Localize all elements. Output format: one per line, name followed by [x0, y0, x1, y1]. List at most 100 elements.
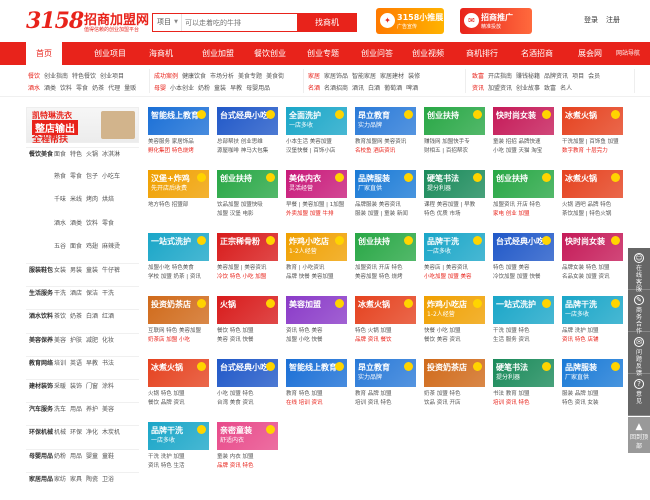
project-ad-banner[interactable]: 台式经典小吃: [217, 107, 278, 135]
project-ad-banner[interactable]: 美体内衣 灵活经营: [286, 170, 347, 198]
sidebar-item[interactable]: 书法: [102, 357, 114, 370]
card-link[interactable]: 早餐 | 美容加盟 | 1加盟: [286, 201, 347, 209]
category-link[interactable]: 成功案例: [154, 73, 178, 80]
project-ad-banner[interactable]: 投资奶茶店: [148, 296, 209, 324]
card-link[interactable]: 加盟资讯 开店 特色: [493, 201, 554, 209]
card-link[interactable]: 资讯 特色 店铺: [562, 336, 623, 344]
category-link[interactable]: 市场分析: [210, 73, 234, 80]
sidebar-item[interactable]: 机械: [54, 426, 66, 439]
nav-item[interactable]: 创业问答: [354, 42, 400, 65]
sidebar-item[interactable]: 火锅: [86, 148, 98, 161]
category-link[interactable]: 葡萄酒: [384, 85, 402, 92]
project-ad-banner[interactable]: 创业扶持: [355, 233, 416, 261]
project-ad-banner[interactable]: 全面洗护 一店多收: [286, 107, 347, 135]
project-ad-banner[interactable]: 快时尚女装: [562, 233, 623, 261]
card-link[interactable]: 餐饮 品牌 资讯: [148, 399, 209, 407]
sidebar-item[interactable]: 养护: [86, 403, 98, 416]
card-link[interactable]: 加盟 汉堡 电影: [217, 210, 278, 218]
sidebar-item[interactable]: 饮料: [86, 217, 98, 230]
sidebar-heading[interactable]: 母婴用品: [26, 450, 54, 463]
project-ad-banner[interactable]: 台式经典小吃: [217, 359, 278, 387]
card-link[interactable]: 加盟资讯 开店 特色: [355, 264, 416, 272]
category-link[interactable]: 资讯: [472, 85, 484, 92]
project-ad-banner[interactable]: 硬笔书法 提分利器: [424, 170, 485, 198]
project-ad-banner[interactable]: 一站式洗护: [148, 233, 209, 261]
card-link[interactable]: 总部帮扶 创业思维: [217, 138, 278, 146]
card-link[interactable]: 餐饮 美容 资讯: [424, 336, 485, 344]
card-link[interactable]: 品牌女装 特色 加盟: [562, 264, 623, 272]
project-ad-banner[interactable]: 品牌干洗 一店多收: [148, 422, 209, 450]
sidebar-heading[interactable]: 生活服务: [26, 287, 54, 300]
category-link[interactable]: 名酒招商: [324, 85, 348, 92]
project-ad-banner[interactable]: 品牌干洗 一店多收: [424, 233, 485, 261]
category-link[interactable]: 会员: [588, 73, 600, 80]
card-link[interactable]: 培训 资讯 特色: [355, 399, 416, 407]
category-link[interactable]: 智能家居: [352, 73, 376, 80]
sidebar-item[interactable]: 零食: [70, 170, 82, 183]
category-link[interactable]: 特色餐饮: [72, 73, 96, 80]
card-link[interactable]: 干洗 洗护 加盟: [148, 453, 209, 461]
card-link[interactable]: 加盟小吃 特色美食: [148, 264, 209, 272]
card-link[interactable]: 名校鱼 酒店资讯: [355, 147, 416, 155]
category-link[interactable]: 饮料: [60, 85, 72, 92]
card-link[interactable]: 教育加盟网 美容资讯: [355, 138, 416, 146]
category-link[interactable]: 项目: [572, 73, 584, 80]
category-link[interactable]: 奶茶: [92, 85, 104, 92]
category-link[interactable]: 健康饮食: [182, 73, 206, 80]
sidebar-item[interactable]: 烘焙: [102, 193, 114, 206]
category-link[interactable]: 童装: [214, 85, 226, 92]
category-link[interactable]: 早教: [230, 85, 242, 92]
sidebar-item[interactable]: 茶饮: [54, 310, 66, 323]
category-link[interactable]: 白酒: [368, 85, 380, 92]
nav-item[interactable]: 海商机: [141, 42, 181, 65]
card-link[interactable]: 火锅 特色 加盟: [148, 390, 209, 398]
sidebar-item[interactable]: 净化: [86, 426, 98, 439]
card-link[interactable]: 小吃 加盟 天猫 淘宝: [493, 147, 554, 155]
project-ad-banner[interactable]: 智能线上教育: [286, 359, 347, 387]
sidebar-item[interactable]: 面食: [70, 240, 82, 253]
project-ad-banner[interactable]: 创业扶持: [217, 170, 278, 198]
card-link[interactable]: 地方特色 招盟部: [148, 201, 209, 209]
nav-item[interactable]: 创业加盟: [196, 42, 240, 65]
card-link[interactable]: 家电 创业 加盟: [493, 210, 554, 218]
category-link[interactable]: 母婴: [154, 85, 166, 92]
sidebar-item[interactable]: 环保: [70, 426, 82, 439]
sidebar-item[interactable]: 美容: [102, 403, 114, 416]
nav-item[interactable]: 商机排行: [459, 42, 505, 65]
card-link[interactable]: 源屋咖啡 神马大包集: [217, 147, 278, 155]
sidebar-item[interactable]: 美容: [54, 334, 66, 347]
sidebar-item[interactable]: 酒店: [70, 287, 82, 300]
card-link[interactable]: 教育 | 小吃资讯: [286, 264, 347, 272]
login-link[interactable]: 登录: [584, 15, 598, 25]
category-link[interactable]: 开店指南: [488, 73, 512, 80]
card-link[interactable]: 赚钱网 加盟快手专: [424, 138, 485, 146]
sidebar-item[interactable]: 英语: [70, 357, 82, 370]
card-link[interactable]: 童装 招招 品牌快速: [493, 138, 554, 146]
sidebar-item[interactable]: 洗车: [54, 403, 66, 416]
search-input[interactable]: [185, 15, 295, 30]
card-link[interactable]: 冷饮加盟 加盟 快餐: [493, 273, 554, 281]
project-ad-banner[interactable]: 冰煮火锅: [562, 170, 623, 198]
nav-item[interactable]: 展会网: [568, 42, 612, 65]
sidebar-heading[interactable]: 酒水饮料: [26, 310, 54, 323]
sidebar-item[interactable]: 冰淇淋: [102, 148, 120, 161]
card-link[interactable]: 书法 教育 加盟: [493, 390, 554, 398]
project-ad-banner[interactable]: 硬笔书法 提分利器: [493, 359, 554, 387]
sidebar-heading[interactable]: 美容保养: [26, 334, 54, 347]
nav-item[interactable]: 创业视频: [405, 42, 451, 65]
sidebar-item[interactable]: 酒类: [70, 217, 82, 230]
project-ad-banner[interactable]: 创业扶持: [424, 107, 485, 135]
sidebar-item[interactable]: 面食: [54, 148, 66, 161]
category-link[interactable]: 母婴用品: [246, 85, 270, 92]
sidebar-item[interactable]: 男装: [70, 264, 82, 277]
nav-item[interactable]: 名酒招商: [514, 42, 560, 65]
card-link[interactable]: 品牌 资讯 特色: [217, 462, 278, 470]
card-link[interactable]: 品牌 资讯 餐饮: [355, 336, 416, 344]
sidebar-item[interactable]: 陶瓷: [86, 473, 98, 486]
card-link[interactable]: 茶饮加盟 | 特色火锅: [562, 210, 623, 218]
card-link[interactable]: 财相五 | 百招帮农: [424, 147, 485, 155]
card-link[interactable]: 奶茶 加盟 特色: [424, 390, 485, 398]
sidebar-item[interactable]: 奶粉: [54, 450, 66, 463]
sidebar-item[interactable]: 特色: [70, 148, 82, 161]
card-link[interactable]: 小吃 加盟 特色: [217, 390, 278, 398]
